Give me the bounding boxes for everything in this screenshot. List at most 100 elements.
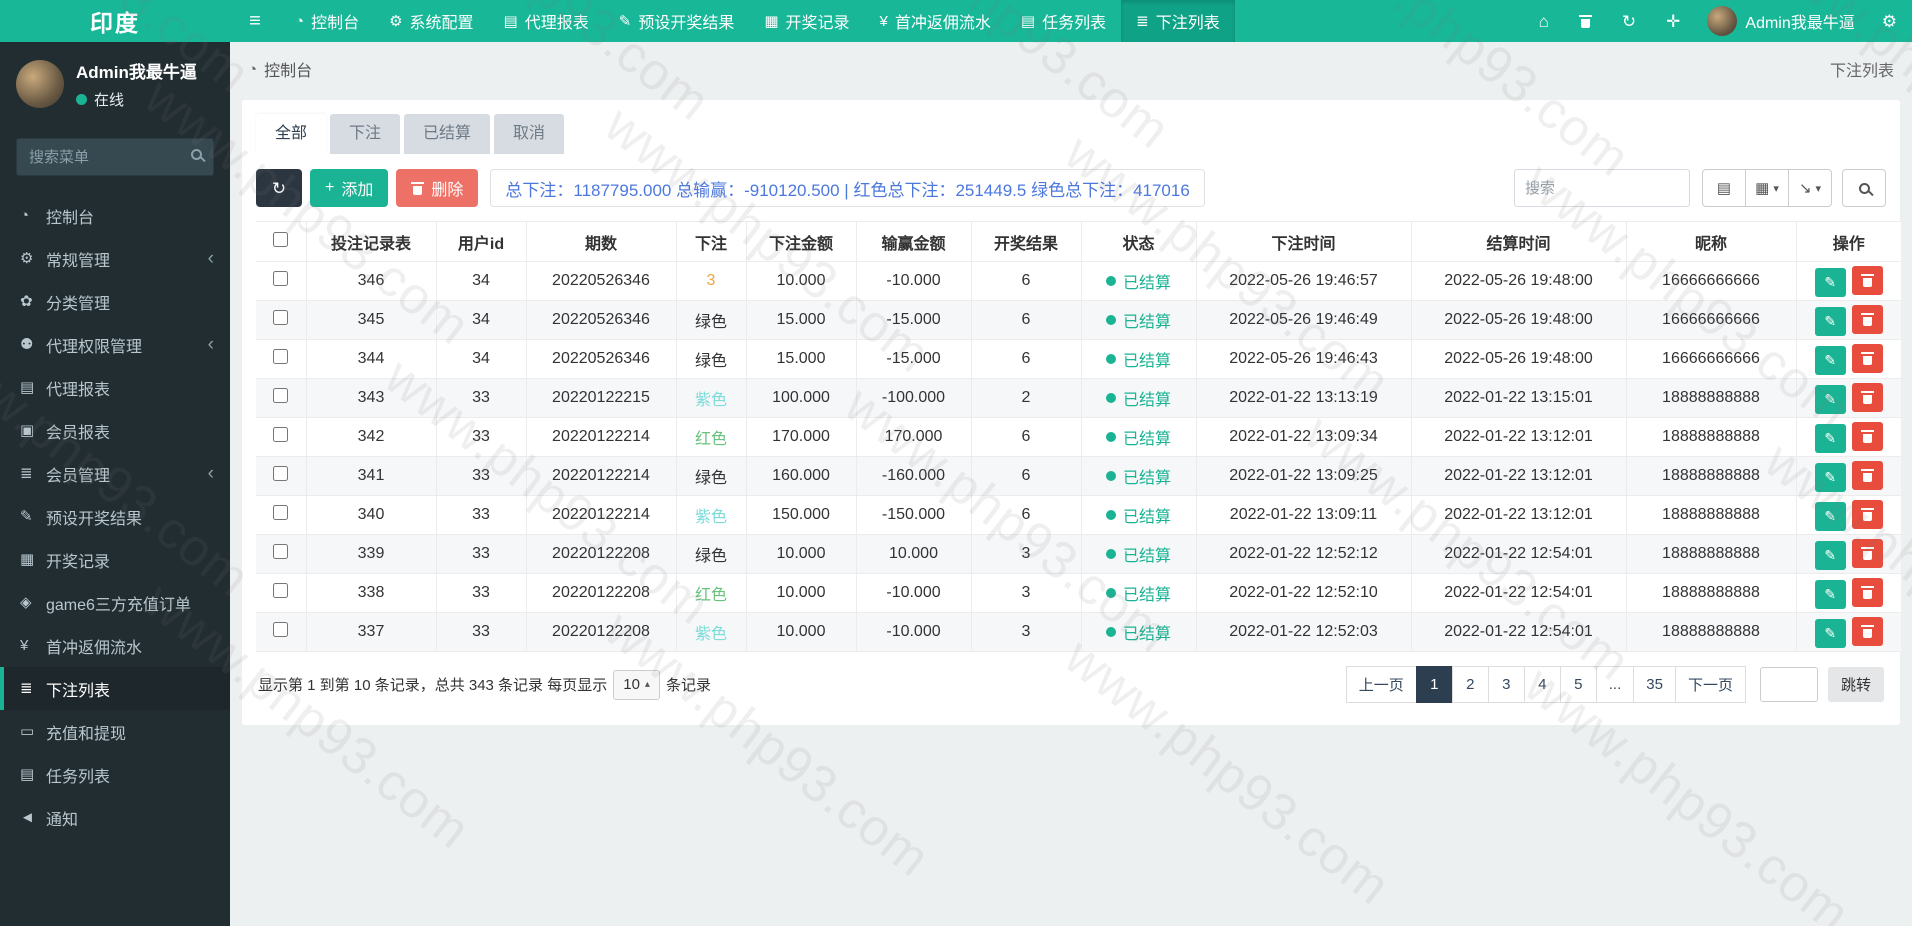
row-checkbox[interactable] <box>273 544 289 559</box>
sidebar-search-input[interactable] <box>16 138 214 176</box>
edit-button[interactable]: ✎ <box>1814 384 1846 414</box>
delete-button[interactable]: 删除 <box>396 169 479 207</box>
nav-item[interactable]: ▤ 代理报表 <box>489 0 604 42</box>
sidebar-item[interactable]: ⚙ 常规管理 <box>0 237 230 280</box>
tab[interactable]: 下注 <box>330 114 401 154</box>
page-button[interactable]: 1 <box>1415 666 1453 703</box>
nav-item[interactable]: ✎ 预设开奖结果 <box>604 0 750 42</box>
column-header[interactable]: 期数 <box>525 221 677 262</box>
column-header[interactable]: 状态 <box>1080 221 1197 262</box>
edit-button[interactable]: ✎ <box>1814 423 1846 453</box>
column-header[interactable]: 输赢金额 <box>855 221 972 262</box>
column-header[interactable]: 开奖结果 <box>970 221 1082 262</box>
page-button[interactable]: 4 <box>1523 666 1561 703</box>
tab[interactable]: 取消 <box>494 114 565 154</box>
row-checkbox[interactable] <box>273 310 289 325</box>
row-checkbox[interactable] <box>273 271 289 286</box>
page-button[interactable]: 3 <box>1487 666 1525 703</box>
refresh-table-button[interactable]: ↻ <box>256 169 302 207</box>
sidebar-item[interactable]: ≣ 下注列表 <box>0 667 230 710</box>
sidebar-item[interactable]: ✎ 预设开奖结果 <box>0 495 230 538</box>
row-delete-button[interactable] <box>1851 343 1883 373</box>
page-button[interactable]: ... <box>1595 666 1635 703</box>
row-checkbox[interactable] <box>273 622 289 637</box>
row-checkbox[interactable] <box>273 388 289 403</box>
column-header[interactable]: 下注 <box>675 221 747 262</box>
row-checkbox[interactable] <box>273 349 289 364</box>
row-checkbox[interactable] <box>273 583 289 598</box>
nav-item[interactable]: ▤ 任务列表 <box>1006 0 1121 42</box>
fullscreen-button[interactable]: ✛ <box>1651 0 1695 42</box>
nav-item[interactable]: ▦ 开奖记录 <box>749 0 864 42</box>
column-header[interactable]: 下注时间 <box>1195 221 1412 262</box>
nav-item[interactable]: ¥ 首冲返佣流水 <box>865 0 1006 42</box>
sidebar-item[interactable]: ⚉ 代理权限管理 <box>0 323 230 366</box>
edit-button[interactable]: ✎ <box>1814 579 1846 609</box>
settings-button[interactable]: ⚙ <box>1867 0 1912 42</box>
nav-item[interactable]: ⚙ 系统配置 <box>374 0 488 42</box>
export-button[interactable]: ↘ ▾ <box>1788 169 1832 207</box>
brand-logo[interactable]: 印度 <box>0 0 230 42</box>
page-button[interactable]: 2 <box>1451 666 1489 703</box>
page-button[interactable]: 35 <box>1633 666 1676 703</box>
add-button[interactable]: + 添加 <box>310 169 389 207</box>
user-menu[interactable]: Admin我最牛逼 <box>1695 0 1866 42</box>
row-delete-button[interactable] <box>1851 577 1883 607</box>
row-checkbox[interactable] <box>273 505 289 520</box>
sidebar-toggle-button[interactable]: ≡ <box>230 0 280 42</box>
detail-view-button[interactable]: ▤ <box>1702 169 1746 207</box>
sidebar-item[interactable]: ▣ 会员报表 <box>0 409 230 452</box>
column-header[interactable]: 下注金额 <box>745 221 857 262</box>
edit-button[interactable]: ✎ <box>1814 540 1846 570</box>
column-header[interactable]: 操作 <box>1795 221 1901 262</box>
sidebar-item[interactable]: ▦ 开奖记录 <box>0 538 230 581</box>
sidebar-item[interactable]: ◄ 通知 <box>0 796 230 839</box>
row-checkbox[interactable] <box>273 427 289 442</box>
page-button[interactable]: 下一页 <box>1674 666 1746 703</box>
search-button[interactable] <box>1842 169 1886 207</box>
sidebar-item[interactable]: ▤ 代理报表 <box>0 366 230 409</box>
tab[interactable]: 已结算 <box>404 114 491 154</box>
edit-button[interactable]: ✎ <box>1814 306 1846 336</box>
row-delete-button[interactable] <box>1851 382 1883 412</box>
columns-button[interactable]: ▦ ▾ <box>1745 169 1789 207</box>
row-delete-button[interactable] <box>1851 499 1883 529</box>
breadcrumb[interactable]: ◔ 控制台 <box>248 57 312 81</box>
jump-button[interactable]: 跳转 <box>1827 667 1884 702</box>
row-delete-button[interactable] <box>1851 421 1883 451</box>
edit-button[interactable]: ✎ <box>1814 267 1846 297</box>
sidebar-item[interactable]: ≣ 会员管理 <box>0 452 230 495</box>
row-delete-button[interactable] <box>1851 304 1883 334</box>
nav-item[interactable]: ≣ 下注列表 <box>1121 0 1235 42</box>
sidebar-item[interactable]: ▭ 充值和提现 <box>0 710 230 753</box>
table-search-input[interactable] <box>1514 169 1690 207</box>
jump-page-input[interactable] <box>1759 667 1818 702</box>
sidebar-item[interactable]: ¥ 首冲返佣流水 <box>0 624 230 667</box>
clear-trash-button[interactable] <box>1564 0 1607 42</box>
sidebar-item[interactable]: ✿ 分类管理 <box>0 280 230 323</box>
refresh-button[interactable]: ↻ <box>1607 0 1651 42</box>
sidebar-item[interactable]: ▤ 任务列表 <box>0 753 230 796</box>
per-page-select[interactable]: 10 ▴ <box>613 669 660 700</box>
page-button[interactable]: 上一页 <box>1345 666 1417 703</box>
page-button[interactable]: 5 <box>1559 666 1597 703</box>
edit-button[interactable]: ✎ <box>1814 462 1846 492</box>
nav-item[interactable]: ◔ 控制台 <box>280 0 374 42</box>
row-delete-button[interactable] <box>1851 265 1883 295</box>
row-checkbox[interactable] <box>273 466 289 481</box>
column-header[interactable]: 投注记录表 <box>305 221 437 262</box>
tab[interactable]: 全部 <box>256 114 327 154</box>
row-delete-button[interactable] <box>1851 616 1883 646</box>
select-all-checkbox[interactable] <box>273 231 289 247</box>
column-header[interactable]: 昵称 <box>1625 221 1797 262</box>
edit-button[interactable]: ✎ <box>1814 501 1846 531</box>
row-delete-button[interactable] <box>1851 538 1883 568</box>
home-button[interactable]: ⌂ <box>1524 0 1564 42</box>
sidebar-item[interactable]: ◈ game6三方充值订单 <box>0 581 230 624</box>
column-header[interactable]: 用户id <box>435 221 527 262</box>
edit-button[interactable]: ✎ <box>1814 345 1846 375</box>
sidebar-item[interactable]: ◔ 控制台 <box>0 194 230 237</box>
column-header[interactable]: 结算时间 <box>1410 221 1627 262</box>
row-delete-button[interactable] <box>1851 460 1883 490</box>
edit-button[interactable]: ✎ <box>1814 618 1846 648</box>
